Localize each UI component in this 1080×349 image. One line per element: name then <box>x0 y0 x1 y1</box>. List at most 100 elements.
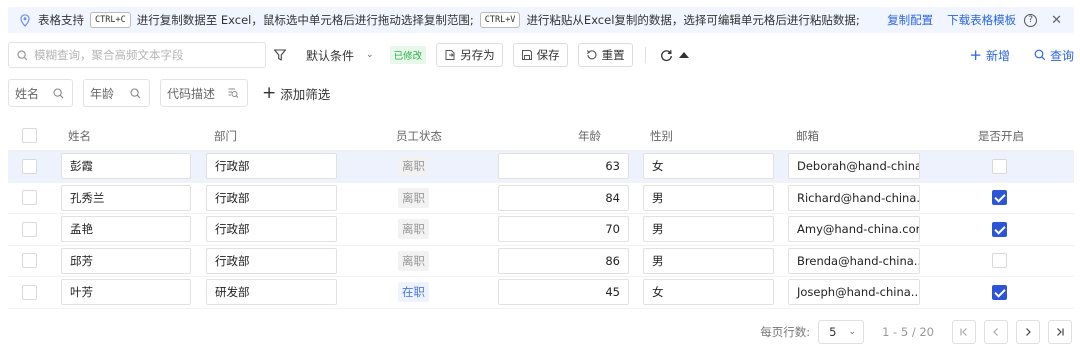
dept-cell[interactable]: 行政部 <box>206 247 337 274</box>
download-template-link[interactable]: 下载表格模板 <box>947 12 1016 28</box>
save-icon <box>521 50 532 60</box>
column-header-enabled[interactable]: 是否开启 <box>978 120 1024 151</box>
modified-badge: 已修改 <box>389 46 427 64</box>
gender-cell[interactable]: 女 <box>643 279 774 306</box>
caret-up-icon[interactable] <box>678 52 689 58</box>
table-row[interactable]: 叶芳 研发部 在职 45 女 Joseph@hand-china.... <box>8 277 1074 309</box>
email-cell[interactable]: Joseph@hand-china.... <box>788 279 920 306</box>
age-cell[interactable]: 45 <box>498 279 629 306</box>
ctrl-c-key: CTRL+C <box>90 12 131 28</box>
refresh-icon[interactable] <box>660 49 673 62</box>
age-cell[interactable]: 70 <box>498 216 629 243</box>
email-cell[interactable]: Deborah@hand-china.... <box>788 153 920 180</box>
row-checkbox[interactable] <box>22 284 37 300</box>
add-filter-label: 添加筛选 <box>280 86 331 102</box>
lookup-icon <box>228 88 239 98</box>
email-cell[interactable]: Amy@hand-china.com <box>788 216 920 243</box>
name-cell[interactable]: 孔秀兰 <box>61 184 191 211</box>
column-header-dept[interactable]: 部门 <box>214 120 237 151</box>
reset-button[interactable]: 重置 <box>577 43 633 67</box>
help-icon[interactable]: ? <box>1024 13 1038 27</box>
enabled-checkbox[interactable] <box>992 158 1007 174</box>
last-page-button[interactable] <box>1048 320 1072 344</box>
dept-cell[interactable]: 研发部 <box>206 279 337 306</box>
column-header-email[interactable]: 邮箱 <box>796 120 819 151</box>
save-as-label: 另存为 <box>460 48 495 62</box>
row-checkbox[interactable] <box>22 221 37 237</box>
page-size-label: 每页行数: <box>760 325 811 339</box>
save-as-button[interactable]: 另存为 <box>436 43 503 67</box>
reset-icon <box>586 50 597 60</box>
search-icon <box>53 87 64 98</box>
status-badge: 离职 <box>398 187 429 208</box>
gender-cell[interactable]: 男 <box>643 216 774 243</box>
reset-label: 重置 <box>601 48 625 62</box>
page-size-select[interactable]: 5 ⌄ <box>818 320 865 344</box>
select-all-checkbox[interactable] <box>22 128 37 143</box>
table-row[interactable]: 邱芳 行政部 离职 86 男 Brenda@hand-china.... <box>8 246 1074 277</box>
default-condition-select[interactable]: 默认条件 ⌄ <box>306 47 374 64</box>
chevron-right-icon <box>1026 328 1031 336</box>
add-new-button[interactable]: + 新增 <box>969 47 1010 64</box>
gender-cell[interactable]: 男 <box>643 247 774 274</box>
status-badge: 离职 <box>398 156 429 177</box>
copy-config-link[interactable]: 复制配置 <box>887 12 933 28</box>
table-row[interactable]: 孟艳 行政部 离职 70 男 Amy@hand-china.com <box>8 214 1074 246</box>
table-header: 姓名 部门 员工状态 年龄 性别 邮箱 是否开启 <box>8 120 1074 151</box>
name-cell[interactable]: 孟艳 <box>61 216 191 243</box>
plus-icon: + <box>969 45 982 64</box>
data-table: 姓名 部门 员工状态 年龄 性别 邮箱 是否开启 彭霞 行政部 离职 63 女 … <box>8 120 1074 309</box>
age-filter-input[interactable]: 年龄 <box>83 79 150 107</box>
close-icon[interactable]: ✕ <box>1051 13 1062 28</box>
name-cell[interactable]: 彭霞 <box>61 153 191 180</box>
email-cell[interactable]: Brenda@hand-china.... <box>788 247 920 274</box>
add-filter-button[interactable]: + 添加筛选 <box>262 84 330 103</box>
save-button[interactable]: 保存 <box>512 43 568 67</box>
dept-cell[interactable]: 行政部 <box>206 184 337 211</box>
email-cell[interactable]: Richard@hand-china.... <box>788 184 920 211</box>
plus-icon: + <box>262 82 277 103</box>
name-cell[interactable]: 叶芳 <box>61 279 191 306</box>
name-cell[interactable]: 邱芳 <box>61 247 191 274</box>
default-condition-label: 默认条件 <box>306 48 355 63</box>
tip-text-2: 进行复制数据至 Excel，鼠标选中单元格后进行拖动选择复制范围; <box>136 13 474 27</box>
row-checkbox[interactable] <box>22 253 37 269</box>
column-header-age[interactable]: 年龄 <box>578 120 601 151</box>
prev-page-button[interactable] <box>984 320 1008 344</box>
age-cell[interactable]: 63 <box>498 153 629 180</box>
enabled-checkbox[interactable] <box>992 253 1007 269</box>
filter-icon[interactable] <box>273 48 287 62</box>
search-input[interactable]: 模糊查询，聚合高频文本字段 <box>8 42 266 68</box>
page-size-value: 5 <box>829 325 837 339</box>
table-row[interactable]: 彭霞 行政部 离职 63 女 Deborah@hand-china.... <box>8 151 1074 183</box>
age-cell[interactable]: 86 <box>498 247 629 274</box>
tip-text-3: 进行粘贴从Excel复制的数据，选择可编辑单元格后进行粘贴数据; <box>526 13 860 27</box>
status-badge: 离职 <box>398 219 429 240</box>
toolbar: 模糊查询，聚合高频文本字段 默认条件 ⌄ 已修改 另存为 保存 重置 + 新增 … <box>8 42 1074 68</box>
column-header-name[interactable]: 姓名 <box>68 120 91 151</box>
tip-text-1: 表格支持 <box>38 13 84 27</box>
gender-cell[interactable]: 女 <box>643 153 774 180</box>
dept-cell[interactable]: 行政部 <box>206 153 337 180</box>
gender-cell[interactable]: 男 <box>643 184 774 211</box>
code-desc-filter-label: 代码描述 <box>167 86 216 101</box>
name-filter-label: 姓名 <box>15 86 40 101</box>
query-button[interactable]: 查询 <box>1034 47 1074 64</box>
enabled-checkbox[interactable] <box>992 284 1007 300</box>
enabled-checkbox[interactable] <box>992 221 1007 237</box>
row-checkbox[interactable] <box>22 190 37 206</box>
dept-cell[interactable]: 行政部 <box>206 216 337 243</box>
next-page-button[interactable] <box>1016 320 1040 344</box>
ctrl-v-key: CTRL+V <box>479 12 521 28</box>
column-header-gender[interactable]: 性别 <box>650 120 673 151</box>
code-desc-filter-input[interactable]: 代码描述 <box>160 79 248 107</box>
table-row[interactable]: 孔秀兰 行政部 离职 84 男 Richard@hand-china.... <box>8 183 1074 214</box>
name-filter-input[interactable]: 姓名 <box>8 79 73 107</box>
row-checkbox[interactable] <box>22 158 37 174</box>
chevron-down-icon: ⌄ <box>848 327 857 337</box>
column-header-status[interactable]: 员工状态 <box>396 120 442 151</box>
age-cell[interactable]: 84 <box>498 184 629 211</box>
status-badge: 离职 <box>398 250 429 271</box>
enabled-checkbox[interactable] <box>992 190 1007 206</box>
first-page-button[interactable] <box>952 320 976 344</box>
